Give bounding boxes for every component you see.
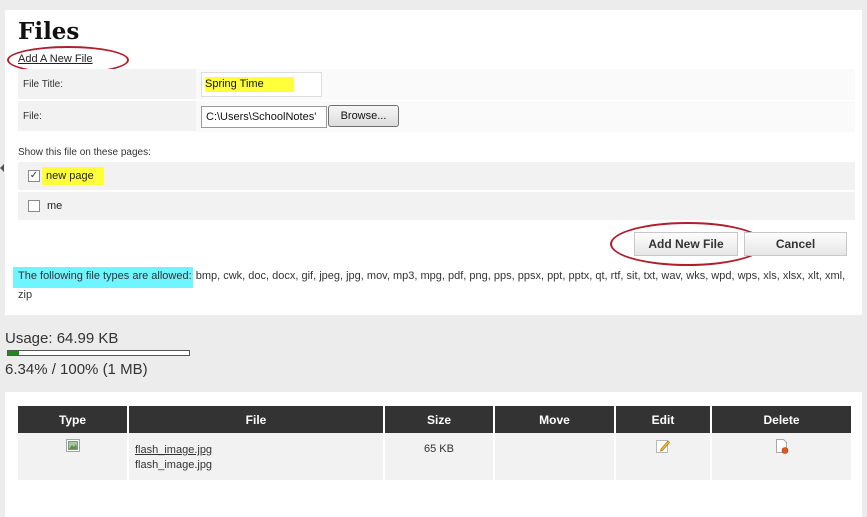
allowed-file-types: The following file types are allowed: bm…	[13, 267, 853, 305]
add-file-panel: Files Add A New File File Title: Spring …	[5, 10, 862, 315]
column-header-type: Type	[18, 406, 128, 433]
column-header-move: Move	[493, 406, 615, 433]
edit-cell	[614, 433, 711, 480]
column-header-size: Size	[383, 406, 494, 433]
delete-file-icon[interactable]	[775, 439, 789, 454]
page-title: Files	[18, 18, 80, 45]
browse-button[interactable]: Browse...	[328, 105, 399, 127]
usage-progress-bar	[7, 350, 190, 356]
image-file-icon	[65, 439, 80, 452]
new-page-label: new page	[42, 167, 104, 185]
file-title-label: File Title:	[23, 79, 64, 90]
me-label: me	[47, 200, 63, 212]
new-page-checkbox[interactable]: ✓	[28, 170, 40, 182]
files-table: Type File Size Move Edit Delete flash_im…	[18, 406, 851, 480]
file-row: File: C:\Users\SchoolNotes' Browse...	[18, 101, 855, 132]
me-checkbox[interactable]	[28, 200, 40, 212]
cancel-button[interactable]: Cancel	[744, 232, 847, 256]
show-on-pages-label: Show this file on these pages:	[18, 147, 151, 158]
table-row: flash_image.jpg flash_image.jpg 65 KB	[18, 433, 851, 480]
column-header-edit: Edit	[614, 406, 711, 433]
size-cell: 65 KB	[383, 433, 494, 480]
move-cell	[493, 433, 615, 480]
column-header-file: File	[127, 406, 384, 433]
pencil-edit-icon[interactable]	[656, 439, 670, 453]
usage-label: Usage: 64.99 KB	[5, 330, 119, 347]
arrow-marker-icon	[0, 164, 4, 172]
type-cell	[18, 433, 128, 480]
file-title-value: Spring Time	[205, 77, 294, 92]
delete-cell	[710, 433, 851, 480]
column-header-delete: Delete	[710, 406, 851, 433]
add-new-file-button[interactable]: Add New File	[634, 232, 738, 256]
file-name: flash_image.jpg	[135, 459, 213, 471]
files-list-panel: Type File Size Move Edit Delete flash_im…	[5, 392, 862, 517]
page-option-me: me	[18, 192, 855, 221]
add-new-file-link[interactable]: Add A New File	[18, 53, 93, 65]
file-title-input[interactable]: Spring Time	[201, 72, 322, 97]
usage-percent: 6.34% / 100% (1 MB)	[5, 361, 148, 378]
file-label: File:	[23, 111, 42, 122]
allowed-types-prefix: The following file types are allowed:	[13, 267, 193, 288]
usage-progress-fill	[8, 351, 20, 355]
file-path-input[interactable]: C:\Users\SchoolNotes'	[201, 106, 327, 128]
file-title-row: File Title: Spring Time	[18, 69, 855, 100]
page-option-new-page: ✓ new page	[18, 162, 855, 191]
file-link[interactable]: flash_image.jpg	[135, 443, 383, 458]
file-cell: flash_image.jpg flash_image.jpg	[127, 433, 384, 480]
